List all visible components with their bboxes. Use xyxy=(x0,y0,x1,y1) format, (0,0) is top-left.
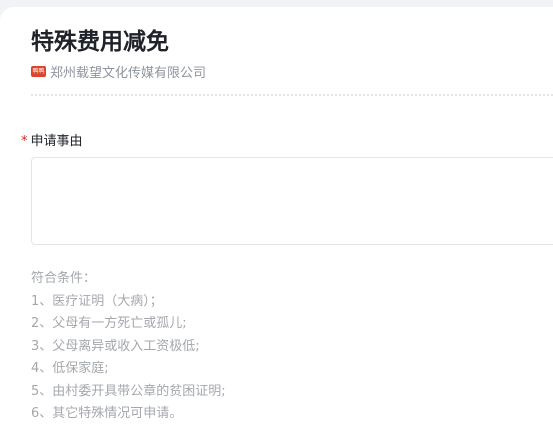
form-title: 特殊费用减免 xyxy=(31,29,169,55)
form-card: 特殊费用减免 鸭鸭 郑州载望文化传媒有限公司 * 申请事由 符合条件： 1、医疗证… xyxy=(0,7,553,435)
required-mark: * xyxy=(21,134,28,149)
description-item: 3、父母离异或收入工资极低; xyxy=(31,338,200,354)
reason-label-text: 申请事由 xyxy=(30,134,83,149)
description-heading: 符合条件： xyxy=(31,271,97,286)
reason-textarea[interactable] xyxy=(31,157,553,245)
header-divider xyxy=(31,94,553,96)
description-item: 6、其它特殊情况可申请。 xyxy=(31,406,183,421)
organization-name: 郑州载望文化传媒有限公司 xyxy=(50,66,207,81)
organization-info: 鸭鸭 郑州载望文化传媒有限公司 xyxy=(31,62,206,81)
description-item: 5、由村委开具带公章的贫困证明; xyxy=(31,383,226,399)
organization-logo: 鸭鸭 xyxy=(31,66,46,77)
description-item: 2、父母有一方死亡或孤儿; xyxy=(31,316,187,331)
description-item: 4、低保家庭; xyxy=(31,361,109,376)
description-item: 1、医疗证明（大病）； xyxy=(31,293,163,309)
reason-field-label: * 申请事由 xyxy=(21,130,83,149)
eligibility-description: 符合条件： 1、医疗证明（大病）； 2、父母有一方死亡或孤儿; 3、父母离异或收… xyxy=(31,268,226,426)
